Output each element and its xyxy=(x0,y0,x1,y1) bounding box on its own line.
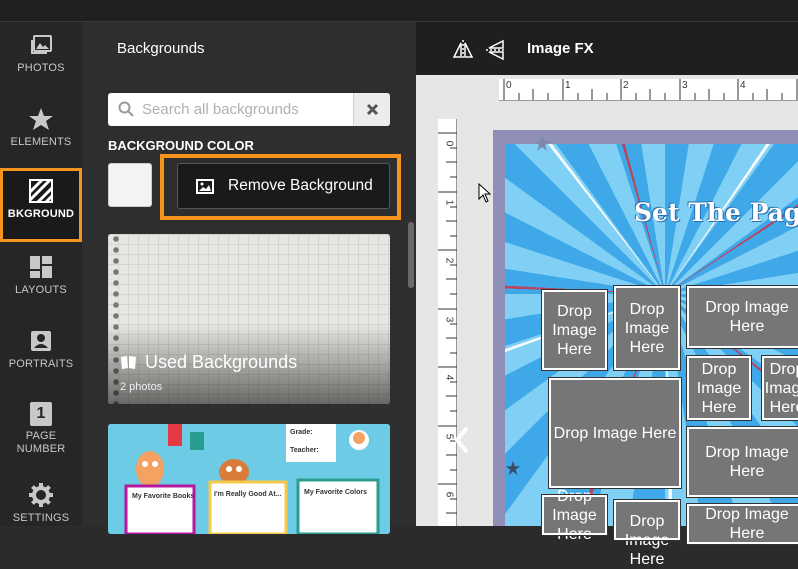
ruler-label: 6 xyxy=(443,491,455,498)
canvas-workspace: 0 1 2 3 4 0 1 2 3 4 5 6 Set The Page Dro… xyxy=(416,75,798,568)
ruler-label: 0 xyxy=(443,140,455,147)
search-icon xyxy=(118,101,134,117)
favorite-colors-label: My Favorite Colors xyxy=(304,489,367,496)
all-about-me-thumbnail: Grade: Teacher: My Favorite Books I'm Re… xyxy=(108,424,390,534)
panel-scrollbar[interactable] xyxy=(408,222,414,288)
drop-image-slot[interactable]: Drop Image Here xyxy=(613,285,681,371)
star-icon xyxy=(29,108,53,130)
remove-background-button[interactable]: Remove Background xyxy=(177,163,390,209)
drop-image-slot[interactable]: Drop Image Here xyxy=(686,503,798,545)
drop-image-slot[interactable]: Drop Image Here xyxy=(613,499,681,568)
rail-item-label: PAGE NUMBER xyxy=(16,430,66,455)
ruler-vertical: 0 1 2 3 4 5 6 xyxy=(438,119,457,526)
rail-item-label: PORTRAITS xyxy=(8,358,74,370)
drop-image-slot[interactable]: Drop Image Here xyxy=(686,355,752,421)
mouse-cursor-icon xyxy=(478,183,492,203)
rail-item-label: ELEMENTS xyxy=(10,136,72,148)
ruler-label: 2 xyxy=(443,257,455,264)
close-icon xyxy=(366,103,379,116)
rail-item-elements[interactable]: ELEMENTS xyxy=(0,96,82,170)
layouts-grid-icon xyxy=(30,256,52,278)
rail-item-settings[interactable]: SETTINGS xyxy=(0,472,82,546)
rail-item-photos[interactable]: PHOTOS xyxy=(0,22,82,96)
rail-item-page-number[interactable]: 1 PAGE NUMBER xyxy=(0,392,82,478)
favorite-books-label: My Favorite Books xyxy=(132,493,194,500)
ruler-label: 1 xyxy=(565,80,571,91)
rail-item-layouts[interactable]: LAYOUTS xyxy=(0,244,82,318)
ruler-label: 3 xyxy=(443,316,455,323)
left-nav-rail: PHOTOS ELEMENTS BKGROUND LAYOUTS PORTRAI… xyxy=(0,22,82,526)
page-number-icon: 1 xyxy=(30,402,52,426)
rail-item-background[interactable]: BKGROUND xyxy=(0,168,82,242)
rail-item-label: PHOTOS xyxy=(17,62,65,74)
card-title: Used Backgrounds xyxy=(120,352,297,373)
search-input[interactable] xyxy=(142,93,352,126)
image-fx-button[interactable]: Image FX xyxy=(527,40,594,57)
ruler-label: 3 xyxy=(682,80,688,91)
ruler-label: 4 xyxy=(740,80,746,91)
ruler-horizontal: 0 1 2 3 4 xyxy=(499,79,798,101)
remove-background-label: Remove Background xyxy=(228,177,373,194)
ruler-ticks xyxy=(503,79,798,100)
background-color-label: BACKGROUND COLOR xyxy=(108,138,254,153)
yearbook-page[interactable]: Set The Page Drop Image Here Drop Image … xyxy=(493,130,798,568)
flip-vertical-icon[interactable] xyxy=(485,39,507,61)
card-subtitle: 2 photos xyxy=(120,381,163,393)
drop-image-slot[interactable]: Drop Image Here xyxy=(541,488,608,543)
panel-title: Backgrounds xyxy=(117,40,205,57)
ruler-label: 2 xyxy=(623,80,629,91)
drop-image-slot[interactable]: Drop Image Here xyxy=(541,289,608,371)
background-stripes-icon xyxy=(28,178,54,204)
book-icon xyxy=(121,356,136,369)
drop-image-slot[interactable]: Drop Image Here xyxy=(548,377,682,489)
background-card[interactable]: Grade: Teacher: My Favorite Books I'm Re… xyxy=(108,424,390,534)
drop-image-slot[interactable]: Drop Image Here xyxy=(686,285,798,349)
star-decoration-icon xyxy=(505,460,521,476)
ruler-label: 0 xyxy=(506,80,512,91)
flip-horizontal-icon[interactable] xyxy=(452,39,474,61)
ruler-label: 1 xyxy=(443,199,455,206)
canvas-toolbar: Image FX xyxy=(416,22,798,75)
rail-item-label: LAYOUTS xyxy=(15,284,67,296)
rail-item-label: SETTINGS xyxy=(12,512,70,524)
grade-label: Grade: xyxy=(290,429,313,436)
chevron-left-icon[interactable] xyxy=(452,425,472,455)
rail-item-label: BKGROUND xyxy=(7,208,75,220)
drop-image-slot[interactable]: Drop Image Here xyxy=(686,426,798,498)
rail-item-portraits[interactable]: PORTRAITS xyxy=(0,318,82,392)
background-color-swatch[interactable] xyxy=(108,163,152,207)
search-box xyxy=(108,93,390,126)
page-title-text[interactable]: Set The Page xyxy=(634,198,798,227)
backgrounds-panel: Backgrounds BACKGROUND COLOR Remove Back… xyxy=(82,22,416,534)
teacher-label: Teacher: xyxy=(290,447,319,454)
card-title-text: Used Backgrounds xyxy=(145,352,298,372)
ruler-label: 4 xyxy=(443,374,455,381)
gear-icon xyxy=(29,483,53,507)
star-decoration-icon xyxy=(534,135,550,151)
good-at-label: I'm Really Good At... xyxy=(214,491,282,498)
used-backgrounds-card[interactable]: Used Backgrounds 2 photos xyxy=(108,234,390,404)
top-bar xyxy=(0,0,798,22)
clear-search-button[interactable] xyxy=(353,93,390,126)
drop-image-slot[interactable]: Drop Image Here xyxy=(761,355,798,421)
image-icon xyxy=(196,178,214,194)
photos-icon xyxy=(31,35,52,54)
portrait-icon xyxy=(31,331,51,351)
